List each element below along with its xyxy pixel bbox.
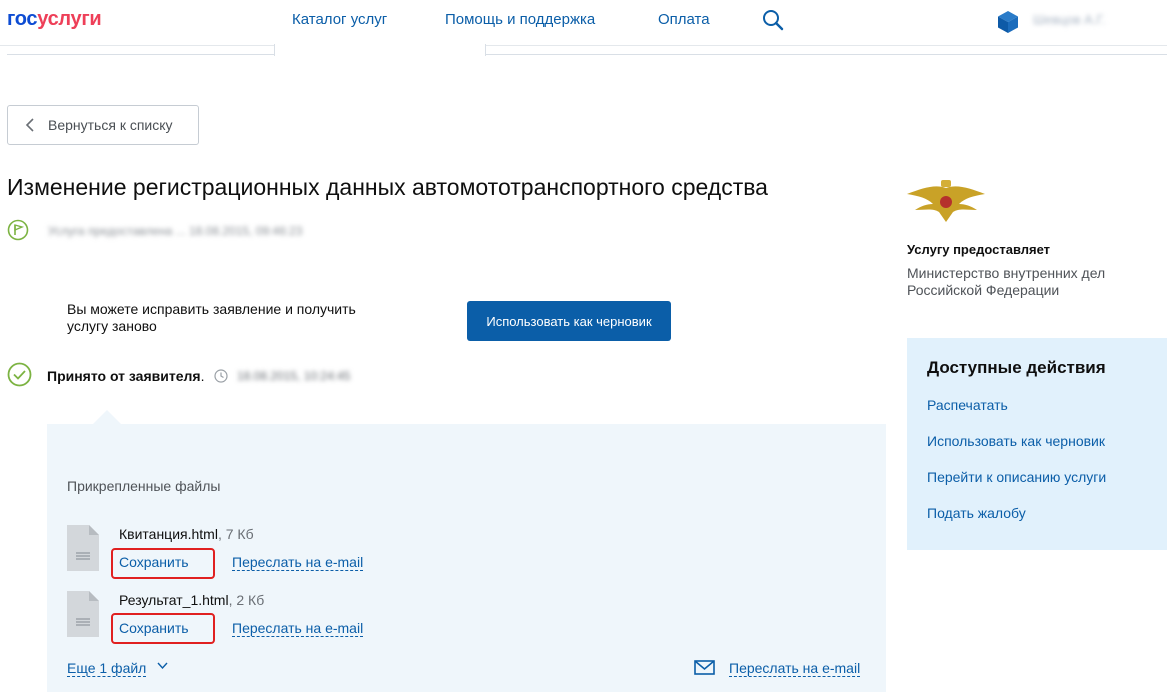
action-use-as-draft[interactable]: Использовать как черновик: [927, 433, 1105, 449]
action-print[interactable]: Распечатать: [927, 397, 1008, 413]
envelope-icon[interactable]: [694, 660, 715, 675]
check-circle-icon: [7, 362, 32, 387]
page-title: Изменение регистрационных данных автомот…: [7, 174, 768, 200]
document-icon: [67, 591, 99, 637]
files-panel-pointer: [92, 410, 122, 425]
search-icon[interactable]: [762, 9, 784, 31]
clock-icon: [214, 369, 228, 383]
nav-payment[interactable]: Оплата: [658, 11, 710, 28]
action-service-description[interactable]: Перейти к описанию услуги: [927, 469, 1106, 485]
tab-divider-left: [7, 54, 274, 55]
draft-hint-text: Вы можете исправить заявление и получить…: [67, 301, 356, 334]
flag-icon: [7, 219, 29, 241]
chevron-down-icon[interactable]: [157, 662, 168, 670]
nav-catalog[interactable]: Каталог услуг: [292, 11, 387, 28]
document-icon: [67, 525, 99, 571]
active-tab: [274, 44, 486, 56]
back-to-list-button[interactable]: Вернуться к списку: [7, 105, 199, 145]
available-actions-title: Доступные действия: [927, 358, 1106, 377]
order-info-text: Услуга предоставлена ... 18.08.2015, 09:…: [48, 224, 303, 238]
mvd-emblem-icon: [907, 180, 985, 222]
logo-part-uslugi: услуги: [37, 8, 102, 30]
back-button-label: Вернуться к списку: [48, 117, 173, 133]
file-name-text: Квитанция.html: [119, 526, 218, 542]
attached-files-heading: Прикрепленные файлы: [67, 478, 221, 494]
chevron-left-icon: [25, 118, 34, 132]
user-name[interactable]: Шевцов А.Г.: [1033, 12, 1105, 27]
highlight-box: [111, 613, 215, 644]
status-label: Принято от заявителя.: [47, 368, 204, 384]
send-email-link[interactable]: Переслать на e-mail: [232, 554, 364, 571]
file-name: Квитанция.html, 7 Кб: [119, 526, 254, 542]
more-files-link[interactable]: Еще 1 файл: [67, 660, 147, 677]
nav-help[interactable]: Помощь и поддержка: [445, 11, 595, 28]
use-as-draft-button[interactable]: Использовать как черновик: [467, 301, 671, 341]
file-size: , 2 Кб: [228, 592, 265, 608]
status-dot: .: [200, 368, 205, 384]
file-size: , 7 Кб: [217, 526, 254, 542]
status-label-text: Принято от заявителя: [47, 368, 201, 384]
action-file-complaint[interactable]: Подать жалобу: [927, 505, 1026, 521]
logo-part-gos: гос: [7, 8, 38, 30]
provider-name: Министерство внутренних дел Российской Ф…: [907, 265, 1106, 298]
highlight-box: [111, 548, 215, 579]
top-header: госуслуги Каталог услуг Помощь и поддерж…: [0, 0, 1167, 46]
send-all-email-link[interactable]: Переслать на e-mail: [729, 660, 861, 677]
status-timestamp: 18.08.2015, 10:24:45: [237, 369, 351, 383]
file-name-text: Результат_1.html: [119, 592, 229, 608]
gosuslugi-logo[interactable]: госуслуги: [7, 8, 102, 31]
tab-divider-right: [486, 54, 1167, 55]
user-cube-icon[interactable]: [996, 10, 1020, 34]
send-email-link[interactable]: Переслать на e-mail: [232, 620, 364, 637]
provider-heading: Услугу предоставляет: [907, 242, 1051, 257]
file-name: Результат_1.html, 2 Кб: [119, 592, 264, 608]
